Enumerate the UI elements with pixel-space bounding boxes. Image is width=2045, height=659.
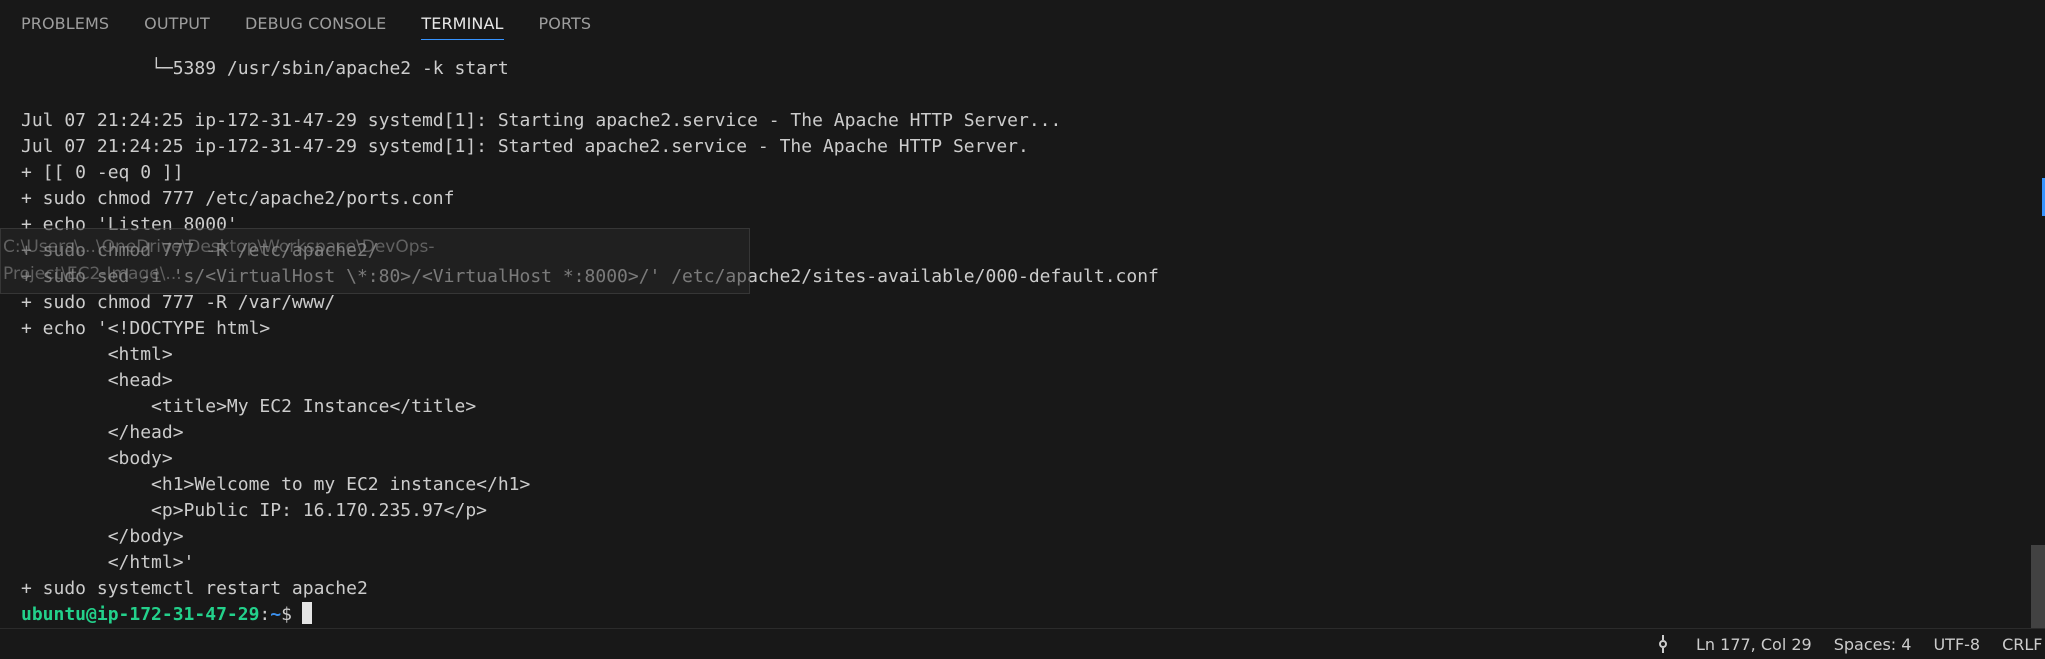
terminal-output[interactable]: └─5389 /usr/sbin/apache2 -k start Jul 07… bbox=[21, 56, 2021, 625]
status-bar-right-items: Ln 177, Col 29 Spaces: 4 UTF-8 CRLF bbox=[1656, 629, 2045, 659]
status-bar: Ln 177, Col 29 Spaces: 4 UTF-8 CRLF bbox=[0, 628, 2045, 659]
status-indentation[interactable]: Spaces: 4 bbox=[1834, 635, 1912, 654]
prompt-path: ~ bbox=[270, 604, 282, 625]
tab-debug-console[interactable]: DEBUG CONSOLE bbox=[245, 0, 386, 48]
terminal-line: + sudo chmod 777 -R /etc/apache2/ bbox=[21, 240, 379, 261]
terminal-line: </body> bbox=[21, 526, 184, 547]
tab-terminal[interactable]: TERMINAL bbox=[421, 0, 504, 48]
prompt-symbol: $ bbox=[281, 604, 292, 625]
status-line-ending[interactable]: CRLF bbox=[2002, 635, 2042, 654]
terminal-line: <title>My EC2 Instance</title> bbox=[21, 396, 477, 417]
tab-problems[interactable]: PROBLEMS bbox=[21, 0, 109, 48]
terminal-line: <p>Public IP: 16.170.235.97</p> bbox=[21, 500, 487, 521]
status-cursor-position[interactable]: Ln 177, Col 29 bbox=[1696, 635, 1812, 654]
panel-tab-bar: PROBLEMS OUTPUT DEBUG CONSOLE TERMINAL P… bbox=[0, 0, 2045, 48]
tab-output[interactable]: OUTPUT bbox=[144, 0, 210, 48]
terminal-line: <body> bbox=[21, 448, 173, 469]
terminal-scrollbar-thumb[interactable] bbox=[2031, 545, 2045, 628]
terminal-line: </html>' bbox=[21, 552, 195, 573]
tab-ports[interactable]: PORTS bbox=[539, 0, 592, 48]
terminal-cursor bbox=[301, 602, 312, 624]
terminal-line: Jul 07 21:24:25 ip-172-31-47-29 systemd[… bbox=[21, 136, 1029, 157]
terminal-line: + sudo chmod 777 -R /var/www/ bbox=[21, 292, 336, 313]
terminal-line: └─5389 /usr/sbin/apache2 -k start bbox=[21, 58, 509, 79]
terminal-line: + sudo systemctl restart apache2 bbox=[21, 578, 368, 599]
terminal-prompt-line[interactable]: ubuntu@ip-172-31-47-29:~$ bbox=[21, 602, 2021, 628]
terminal-line: <head> bbox=[21, 370, 173, 391]
terminal-line: + sudo chmod 777 /etc/apache2/ports.conf bbox=[21, 188, 455, 209]
prompt-user-host: ubuntu@ip-172-31-47-29 bbox=[21, 604, 260, 625]
terminal-line: Jul 07 21:24:25 ip-172-31-47-29 systemd[… bbox=[21, 110, 1062, 131]
terminal-line: </head> bbox=[21, 422, 184, 443]
git-commit-icon[interactable] bbox=[1656, 635, 1670, 653]
prompt-separator: : bbox=[259, 604, 271, 625]
terminal-line: + [[ 0 -eq 0 ]] bbox=[21, 162, 184, 183]
terminal-line: <html> bbox=[21, 344, 173, 365]
status-encoding[interactable]: UTF-8 bbox=[1933, 635, 1980, 654]
terminal-line: + sudo sed -i 's/<VirtualHost \*:80>/<Vi… bbox=[21, 266, 1159, 287]
terminal-line: + echo 'Listen 8000' bbox=[21, 214, 238, 235]
terminal-panel: PROBLEMS OUTPUT DEBUG CONSOLE TERMINAL P… bbox=[0, 0, 2045, 659]
terminal-line: + echo '<!DOCTYPE html> bbox=[21, 318, 271, 339]
terminal-line: <h1>Welcome to my EC2 instance</h1> bbox=[21, 474, 531, 495]
